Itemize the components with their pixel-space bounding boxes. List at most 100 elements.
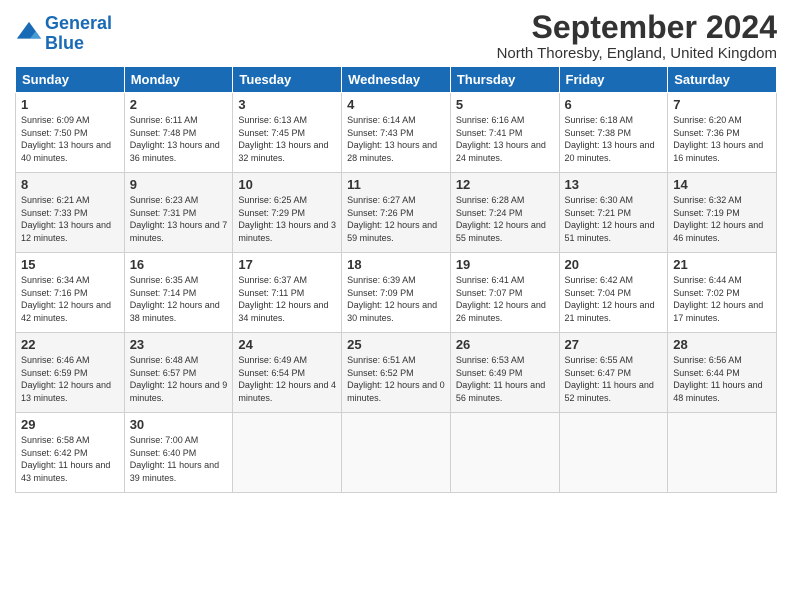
logo-text: General Blue bbox=[45, 14, 112, 54]
table-cell: 2 Sunrise: 6:11 AMSunset: 7:48 PMDaylight… bbox=[124, 93, 233, 173]
table-cell: 20Sunrise: 6:42 AMSunset: 7:04 PMDayligh… bbox=[559, 253, 668, 333]
day-number: 18 bbox=[347, 257, 445, 272]
cell-info: Sunrise: 6:56 AMSunset: 6:44 PMDaylight:… bbox=[673, 354, 771, 404]
day-number: 27 bbox=[565, 337, 663, 352]
cell-info: Sunrise: 6:46 AMSunset: 6:59 PMDaylight:… bbox=[21, 354, 119, 404]
day-number: 28 bbox=[673, 337, 771, 352]
cell-info: Sunrise: 6:41 AMSunset: 7:07 PMDaylight:… bbox=[456, 274, 554, 324]
table-cell: 4Sunrise: 6:14 AMSunset: 7:43 PMDaylight… bbox=[342, 93, 451, 173]
logo-icon bbox=[15, 20, 43, 48]
week-row-5: 29 Sunrise: 6:58 AMSunset: 6:42 PMDayligh… bbox=[16, 413, 777, 493]
week-row-3: 15 Sunrise: 6:34 AMSunset: 7:16 PMDayligh… bbox=[16, 253, 777, 333]
day-number: 3 bbox=[238, 97, 336, 112]
cell-info: Sunrise: 6:28 AMSunset: 7:24 PMDaylight:… bbox=[456, 194, 554, 244]
table-cell: 28 Sunrise: 6:56 AMSunset: 6:44 PMDayligh… bbox=[668, 333, 777, 413]
table-cell bbox=[342, 413, 451, 493]
cell-info: Sunrise: 6:35 AMSunset: 7:14 PMDaylight:… bbox=[130, 274, 228, 324]
cell-info: Sunrise: 6:25 AMSunset: 7:29 PMDaylight:… bbox=[238, 194, 336, 244]
table-cell: 26 Sunrise: 6:53 AMSunset: 6:49 PMDayligh… bbox=[450, 333, 559, 413]
table-cell: 30 Sunrise: 7:00 AMSunset: 6:40 PMDayligh… bbox=[124, 413, 233, 493]
cell-info: Sunrise: 6:32 AMSunset: 7:19 PMDaylight:… bbox=[673, 194, 771, 244]
table-cell: 8 Sunrise: 6:21 AMSunset: 7:33 PMDaylight… bbox=[16, 173, 125, 253]
day-number: 23 bbox=[130, 337, 228, 352]
table-cell: 14 Sunrise: 6:32 AMSunset: 7:19 PMDayligh… bbox=[668, 173, 777, 253]
cell-info: Sunrise: 6:30 AMSunset: 7:21 PMDaylight:… bbox=[565, 194, 663, 244]
day-number: 2 bbox=[130, 97, 228, 112]
table-cell: 23 Sunrise: 6:48 AMSunset: 6:57 PMDayligh… bbox=[124, 333, 233, 413]
day-number: 25 bbox=[347, 337, 445, 352]
cell-info: Sunrise: 6:44 AMSunset: 7:02 PMDaylight:… bbox=[673, 274, 771, 324]
day-number: 30 bbox=[130, 417, 228, 432]
table-cell: 13 Sunrise: 6:30 AMSunset: 7:21 PMDayligh… bbox=[559, 173, 668, 253]
table-cell: 19 Sunrise: 6:41 AMSunset: 7:07 PMDayligh… bbox=[450, 253, 559, 333]
title-block: September 2024 North Thoresby, England, … bbox=[497, 10, 777, 62]
cell-info: Sunrise: 6:18 AMSunset: 7:38 PMDaylight:… bbox=[565, 114, 663, 164]
table-cell bbox=[450, 413, 559, 493]
day-number: 26 bbox=[456, 337, 554, 352]
table-cell: 17Sunrise: 6:37 AMSunset: 7:11 PMDayligh… bbox=[233, 253, 342, 333]
day-number: 1 bbox=[21, 97, 119, 112]
table-cell bbox=[233, 413, 342, 493]
col-thursday: Thursday bbox=[450, 67, 559, 93]
table-cell bbox=[668, 413, 777, 493]
day-number: 29 bbox=[21, 417, 119, 432]
day-number: 8 bbox=[21, 177, 119, 192]
table-cell: 7 Sunrise: 6:20 AMSunset: 7:36 PMDaylight… bbox=[668, 93, 777, 173]
day-number: 14 bbox=[673, 177, 771, 192]
week-row-1: 1 Sunrise: 6:09 AMSunset: 7:50 PMDaylight… bbox=[16, 93, 777, 173]
cell-info: Sunrise: 6:51 AMSunset: 6:52 PMDaylight:… bbox=[347, 354, 445, 404]
week-row-2: 8 Sunrise: 6:21 AMSunset: 7:33 PMDaylight… bbox=[16, 173, 777, 253]
day-number: 17 bbox=[238, 257, 336, 272]
day-number: 13 bbox=[565, 177, 663, 192]
table-cell: 9 Sunrise: 6:23 AMSunset: 7:31 PMDaylight… bbox=[124, 173, 233, 253]
day-number: 21 bbox=[673, 257, 771, 272]
calendar-table: Sunday Monday Tuesday Wednesday Thursday… bbox=[15, 66, 777, 493]
col-wednesday: Wednesday bbox=[342, 67, 451, 93]
day-number: 19 bbox=[456, 257, 554, 272]
col-saturday: Saturday bbox=[668, 67, 777, 93]
cell-info: Sunrise: 6:14 AMSunset: 7:43 PMDaylight:… bbox=[347, 114, 445, 164]
header: General Blue September 2024 North Thores… bbox=[15, 10, 777, 62]
day-number: 11 bbox=[347, 177, 445, 192]
day-number: 22 bbox=[21, 337, 119, 352]
table-cell: 1 Sunrise: 6:09 AMSunset: 7:50 PMDaylight… bbox=[16, 93, 125, 173]
week-row-4: 22 Sunrise: 6:46 AMSunset: 6:59 PMDayligh… bbox=[16, 333, 777, 413]
day-number: 6 bbox=[565, 97, 663, 112]
day-number: 9 bbox=[130, 177, 228, 192]
cell-info: Sunrise: 6:58 AMSunset: 6:42 PMDaylight:… bbox=[21, 434, 119, 484]
cell-info: Sunrise: 6:09 AMSunset: 7:50 PMDaylight:… bbox=[21, 114, 119, 164]
day-number: 12 bbox=[456, 177, 554, 192]
cell-info: Sunrise: 6:49 AMSunset: 6:54 PMDaylight:… bbox=[238, 354, 336, 404]
day-number: 24 bbox=[238, 337, 336, 352]
day-number: 20 bbox=[565, 257, 663, 272]
day-number: 7 bbox=[673, 97, 771, 112]
table-cell: 6 Sunrise: 6:18 AMSunset: 7:38 PMDaylight… bbox=[559, 93, 668, 173]
table-cell: 16 Sunrise: 6:35 AMSunset: 7:14 PMDayligh… bbox=[124, 253, 233, 333]
cell-info: Sunrise: 6:16 AMSunset: 7:41 PMDaylight:… bbox=[456, 114, 554, 164]
table-cell: 3Sunrise: 6:13 AMSunset: 7:45 PMDaylight… bbox=[233, 93, 342, 173]
table-cell: 24 Sunrise: 6:49 AMSunset: 6:54 PMDayligh… bbox=[233, 333, 342, 413]
col-tuesday: Tuesday bbox=[233, 67, 342, 93]
table-cell: 21 Sunrise: 6:44 AMSunset: 7:02 PMDayligh… bbox=[668, 253, 777, 333]
cell-info: Sunrise: 6:11 AMSunset: 7:48 PMDaylight:… bbox=[130, 114, 228, 164]
col-friday: Friday bbox=[559, 67, 668, 93]
cell-info: Sunrise: 6:48 AMSunset: 6:57 PMDaylight:… bbox=[130, 354, 228, 404]
table-cell: 10Sunrise: 6:25 AMSunset: 7:29 PMDayligh… bbox=[233, 173, 342, 253]
day-number: 16 bbox=[130, 257, 228, 272]
day-number: 15 bbox=[21, 257, 119, 272]
cell-info: Sunrise: 6:34 AMSunset: 7:16 PMDaylight:… bbox=[21, 274, 119, 324]
table-cell: 27Sunrise: 6:55 AMSunset: 6:47 PMDayligh… bbox=[559, 333, 668, 413]
page-container: General Blue September 2024 North Thores… bbox=[0, 0, 792, 503]
col-sunday: Sunday bbox=[16, 67, 125, 93]
table-cell: 29 Sunrise: 6:58 AMSunset: 6:42 PMDayligh… bbox=[16, 413, 125, 493]
table-cell: 12 Sunrise: 6:28 AMSunset: 7:24 PMDayligh… bbox=[450, 173, 559, 253]
cell-info: Sunrise: 6:27 AMSunset: 7:26 PMDaylight:… bbox=[347, 194, 445, 244]
cell-info: Sunrise: 6:20 AMSunset: 7:36 PMDaylight:… bbox=[673, 114, 771, 164]
cell-info: Sunrise: 6:23 AMSunset: 7:31 PMDaylight:… bbox=[130, 194, 228, 244]
location: North Thoresby, England, United Kingdom bbox=[497, 45, 777, 62]
cell-info: Sunrise: 6:53 AMSunset: 6:49 PMDaylight:… bbox=[456, 354, 554, 404]
cell-info: Sunrise: 7:00 AMSunset: 6:40 PMDaylight:… bbox=[130, 434, 228, 484]
table-cell: 25 Sunrise: 6:51 AMSunset: 6:52 PMDayligh… bbox=[342, 333, 451, 413]
cell-info: Sunrise: 6:21 AMSunset: 7:33 PMDaylight:… bbox=[21, 194, 119, 244]
table-cell bbox=[559, 413, 668, 493]
